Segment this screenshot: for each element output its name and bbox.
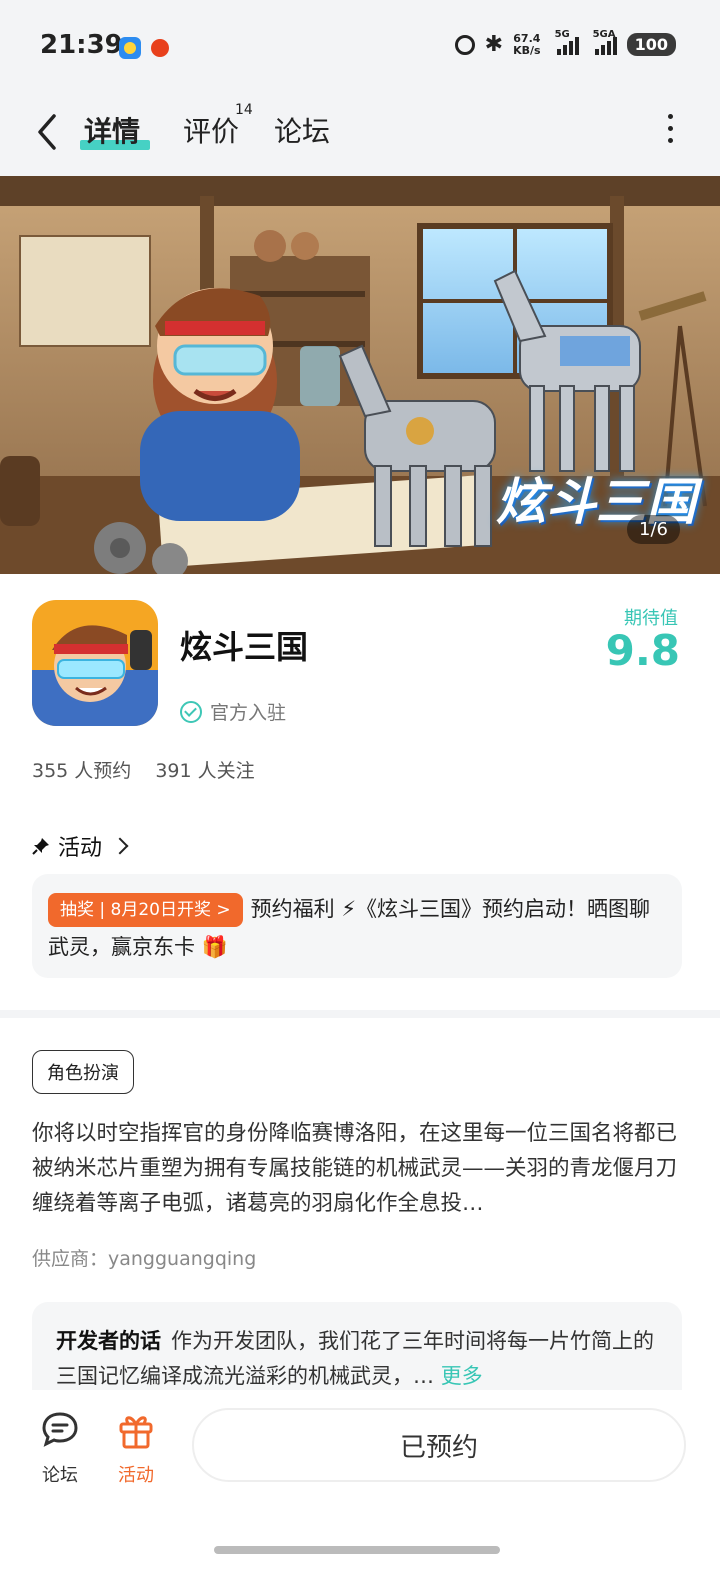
signal-icon-2: 5GA	[593, 29, 617, 55]
gift-icon	[119, 1416, 153, 1449]
more-link[interactable]: 更多	[441, 1364, 483, 1388]
follow-count: 391 人关注	[155, 760, 255, 782]
app-icon	[32, 600, 158, 726]
tab-details[interactable]: 详情	[84, 110, 140, 150]
official-badge: 官方入驻	[180, 698, 286, 725]
network-speed: 67.4 KB/s	[513, 31, 541, 57]
status-bar: 21:39 ✱ 67.4 KB/s 5G 5GA 100	[0, 0, 720, 96]
battery-indicator: 100	[626, 33, 676, 56]
reservation-count: 355 人预约	[32, 760, 132, 782]
forum-label: 论坛	[42, 1465, 78, 1486]
stats-row: 355 人预约 391 人关注	[32, 756, 255, 783]
status-time: 21:39	[40, 30, 123, 60]
supplier-text: 供应商：yangguangqing	[32, 1248, 257, 1270]
activity-card[interactable]: 抽奖 | 8月20日开奖 > 预约福利 ⚡《炫斗三国》预约启动！晒图聊武灵，赢京东…	[32, 874, 682, 978]
bluetooth-icon: ✱	[484, 32, 504, 57]
tab-reviews[interactable]: 评价	[183, 110, 239, 150]
image-counter: 1/6	[627, 515, 680, 544]
reserved-button[interactable]: 已预约	[192, 1408, 686, 1482]
tab-forum[interactable]: 论坛	[274, 110, 330, 150]
review-count-badge: 14	[235, 102, 253, 118]
app-notification-icon-2	[151, 39, 169, 57]
pin-icon	[32, 838, 49, 855]
activity-header[interactable]: 活动	[32, 830, 129, 862]
lottery-badge[interactable]: 抽奖 | 8月20日开奖 >	[48, 893, 243, 927]
developer-note-card[interactable]: 开发者的话 作为开发团队，我们花了三年时间将每一片竹简上的三国记忆编译成流光溢彩的…	[32, 1302, 682, 1402]
expect-score: 9.8	[605, 626, 680, 675]
chevron-right-icon	[111, 837, 129, 855]
forum-button[interactable]: 论坛	[28, 1410, 92, 1487]
app-name: 炫斗三国	[180, 628, 309, 666]
section-divider	[0, 1010, 720, 1018]
top-nav: 详情 评价 14 论坛	[0, 96, 720, 176]
description-section: 角色扮演 你将以时空指挥官的身份降临赛博洛阳，在这里每一位三国名将都已被纳米芯片…	[0, 1018, 720, 1402]
forum-icon	[42, 1412, 78, 1447]
developer-note-title: 开发者的话	[56, 1329, 161, 1353]
description-text[interactable]: 你将以时空指挥官的身份降临赛博洛阳，在这里每一位三国名将都已被纳米芯片重塑为拥有…	[32, 1116, 682, 1221]
genre-tag[interactable]: 角色扮演	[32, 1050, 134, 1094]
bottom-action-bar: 论坛 活动 已预约	[0, 1390, 720, 1584]
app-info-section: 炫斗三国 官方入驻 期待值 9.8 355 人预约 391 人关注 活动 抽奖 …	[0, 574, 720, 1014]
activity-button[interactable]: 活动	[104, 1410, 168, 1487]
activity-label: 活动	[118, 1465, 154, 1486]
hero-banner[interactable]: 炫斗三国 1/6	[0, 176, 720, 574]
more-options-icon[interactable]	[666, 114, 674, 146]
home-indicator[interactable]	[214, 1546, 500, 1554]
back-arrow-icon[interactable]	[30, 112, 66, 152]
alarm-icon	[454, 34, 475, 55]
app-notification-icon	[119, 37, 141, 59]
signal-icon: 5G	[555, 29, 579, 55]
verified-check-icon	[180, 700, 202, 723]
